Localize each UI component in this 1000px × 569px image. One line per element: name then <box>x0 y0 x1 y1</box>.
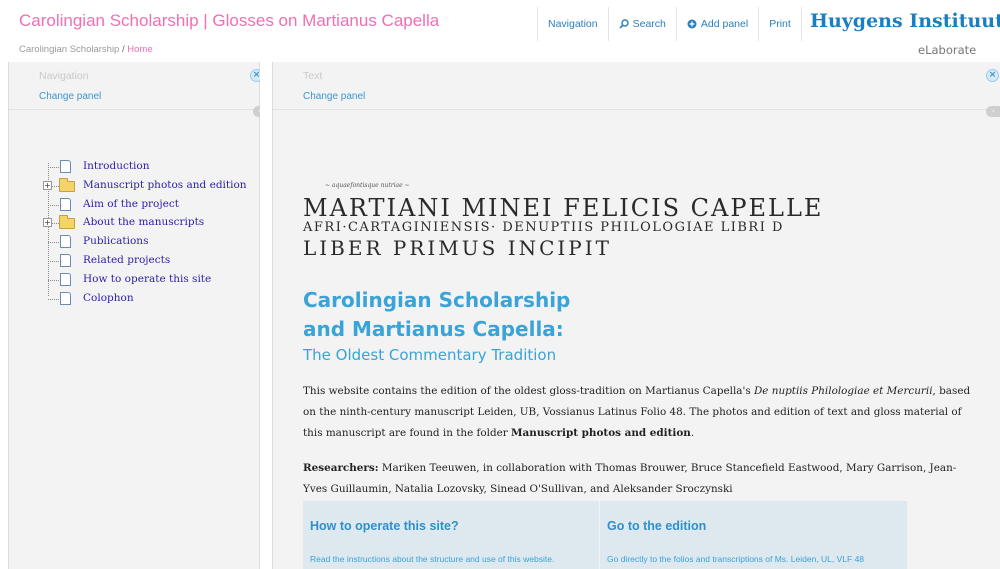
tree-item-label[interactable]: Introduction <box>83 160 150 172</box>
tree-item-label[interactable]: How to operate this site <box>83 273 211 285</box>
researchers-label: Researchers: <box>303 462 379 474</box>
manuscript-header-image: ~ aquaefontisque nutriae ~ MARTIANI MINE… <box>303 182 823 272</box>
site-title[interactable]: Carolingian Scholarship | Glosses on Mar… <box>19 11 439 31</box>
quick-links: How to operate this site? Read the instr… <box>303 501 907 569</box>
page-icon <box>60 160 71 173</box>
page-icon <box>60 253 71 267</box>
collapse-handle-icon[interactable]: ‹ <box>986 106 1000 117</box>
tree-connector <box>48 298 59 300</box>
how-to-operate-title[interactable]: How to operate this site? <box>310 519 459 533</box>
print-button[interactable]: Print <box>758 7 802 41</box>
tree-connector <box>48 204 59 206</box>
manuscript-line-3: LIBER PRIMUS INCIPIT <box>303 236 613 260</box>
search-button[interactable]: Search <box>607 7 676 41</box>
plus-circle-icon <box>687 19 697 29</box>
navigation-button-label: Navigation <box>548 18 598 30</box>
navigation-panel: Navigation Change panel × ‹ › Introducti… <box>8 62 271 569</box>
site-header: Carolingian Scholarship | Glosses on Mar… <box>0 0 1000 62</box>
tree-connector <box>48 279 59 281</box>
tree-item-label[interactable]: Colophon <box>83 292 134 304</box>
breadcrumb-separator: / <box>121 44 125 55</box>
intro-text-e: . <box>690 427 695 439</box>
print-button-label: Print <box>769 18 791 30</box>
page-title-line-2: and Martianus Capella: <box>303 317 564 341</box>
expand-icon[interactable]: + <box>43 218 52 228</box>
page-subtitle: The Oldest Commentary Tradition <box>303 346 557 364</box>
change-panel-link[interactable]: Change panel <box>303 91 365 102</box>
go-to-edition-desc[interactable]: Go directly to the folios and transcript… <box>607 554 864 564</box>
add-panel-button-label: Add panel <box>700 18 749 30</box>
tree-connector <box>48 242 59 244</box>
breadcrumb: Carolingian Scholarship / Home <box>19 44 153 55</box>
expand-icon[interactable]: + <box>43 180 52 190</box>
navigation-button[interactable]: Navigation <box>537 7 608 41</box>
researchers-paragraph: Researchers: Mariken Teeuwen, in collabo… <box>303 458 973 500</box>
folder-icon <box>59 177 75 192</box>
intro-paragraph: This website contains the edition of the… <box>303 381 973 444</box>
page-icon <box>60 291 71 305</box>
go-to-edition-card[interactable]: Go to the edition Go directly to the fol… <box>599 501 895 569</box>
page-title-line-1: Carolingian Scholarship <box>303 288 571 312</box>
page-icon <box>60 197 71 211</box>
researchers-text: Mariken Teeuwen, in collaboration with T… <box>303 462 957 495</box>
page-icon <box>60 272 71 286</box>
breadcrumb-root[interactable]: Carolingian Scholarship <box>19 44 119 55</box>
tree-item-label[interactable]: Related projects <box>83 254 170 266</box>
tree-connector <box>48 260 59 262</box>
how-to-operate-desc[interactable]: Read the instructions about the structur… <box>310 554 554 564</box>
text-panel-title: Text <box>303 70 323 82</box>
search-button-label: Search <box>632 18 666 30</box>
add-panel-button[interactable]: Add panel <box>675 7 758 41</box>
how-to-operate-card[interactable]: How to operate this site? Read the instr… <box>303 501 599 569</box>
folder-icon <box>59 215 75 230</box>
panel-divider[interactable] <box>260 62 272 569</box>
search-icon <box>619 19 629 29</box>
manuscript-line-2: AFRI·CARTAGINIENSIS· DENUPTIIS PHILOLOGI… <box>303 220 784 235</box>
top-navigation: Navigation Search Add panel Print <box>537 7 802 41</box>
tree-item-label[interactable]: Manuscript photos and edition <box>83 179 247 191</box>
intro-folder-name: Manuscript photos and edition <box>511 427 691 439</box>
tree-item-label[interactable]: Publications <box>83 235 148 247</box>
tree-connector <box>48 167 59 168</box>
page-title: Carolingian Scholarship and Martianus Ca… <box>303 286 570 344</box>
close-panel-icon[interactable]: × <box>986 69 999 82</box>
text-panel: Text Change panel × ‹ ~ aquaefontisque n… <box>272 62 1000 569</box>
breadcrumb-current[interactable]: Home <box>127 44 152 55</box>
manuscript-marginal-gloss: ~ aquaefontisque nutriae ~ <box>325 182 410 189</box>
huygens-logo[interactable]: Huygens Instituut <box>810 10 1000 32</box>
navigation-panel-title: Navigation <box>39 70 89 82</box>
go-to-edition-title[interactable]: Go to the edition <box>607 519 706 533</box>
navigation-panel-header: Navigation Change panel × ‹ › <box>9 62 271 117</box>
tree-item-label[interactable]: Aim of the project <box>83 198 179 210</box>
change-panel-link[interactable]: Change panel <box>39 91 101 102</box>
intro-text-a: This website contains the edition of the… <box>303 385 754 397</box>
manuscript-line-1: MARTIANI MINEI FELICIS CAPELLE <box>303 194 824 222</box>
intro-work-title: De nuptiis Philologiae et Mercurii <box>753 385 933 397</box>
text-panel-header: Text Change panel × ‹ <box>273 62 1000 117</box>
tree-item-label[interactable]: About the manuscripts <box>83 216 204 228</box>
elaborate-logo: eLaborate <box>918 43 977 57</box>
page-icon <box>60 235 71 249</box>
